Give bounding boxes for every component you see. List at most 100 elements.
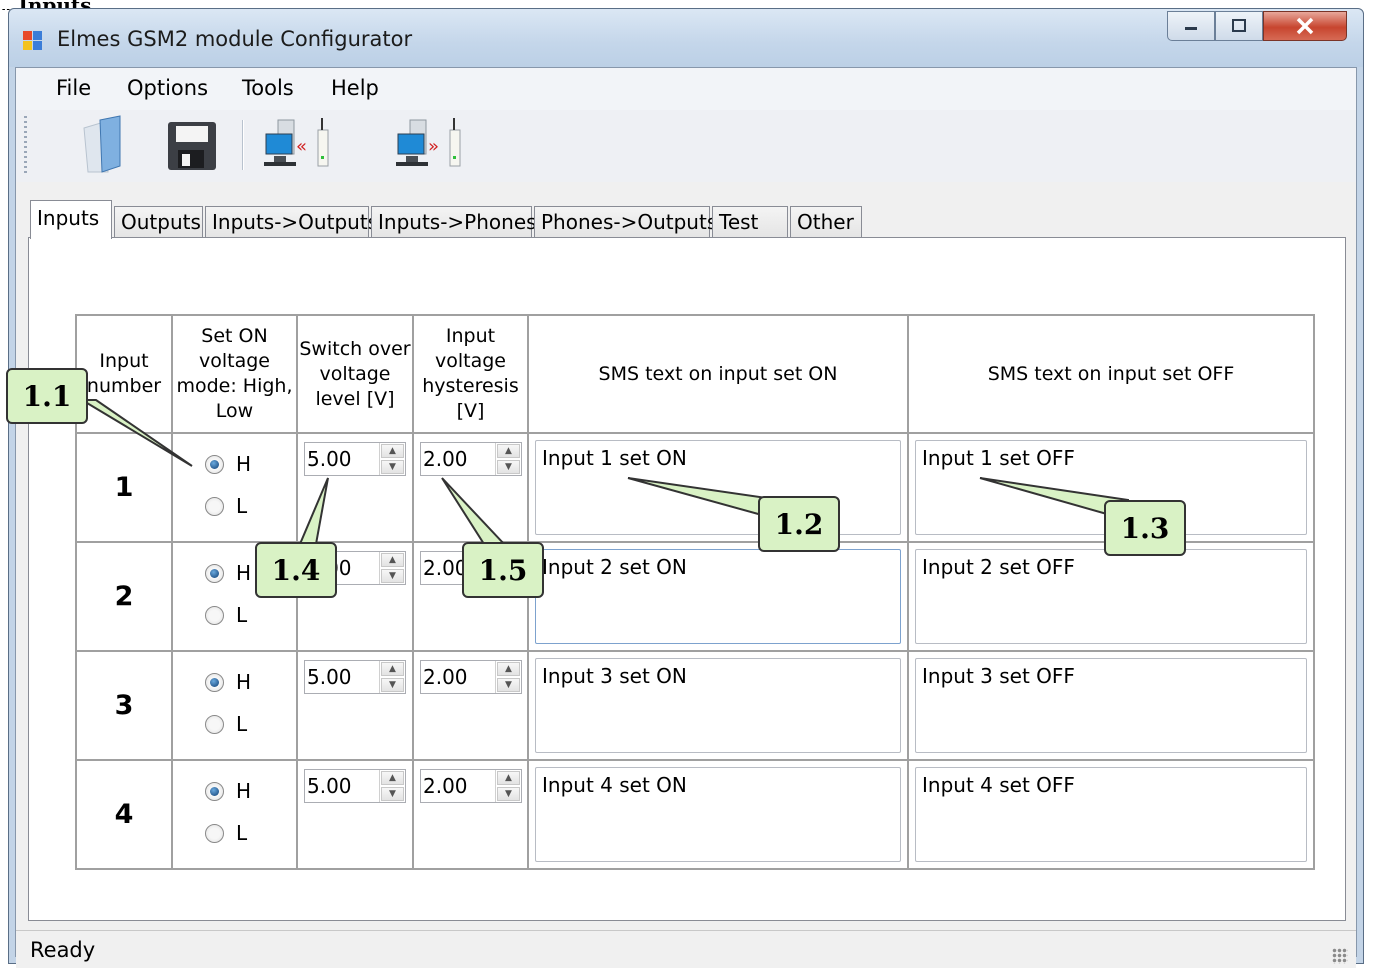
sms-off-textbox[interactable]: Input 4 set OFF [915, 767, 1307, 862]
radio-low-label: L [236, 603, 248, 627]
header-sms-on: SMS text on input set ON [527, 314, 909, 434]
radio-high-label: H [236, 670, 252, 694]
menu-tools[interactable]: Tools [232, 74, 304, 102]
open-button[interactable] [62, 114, 136, 176]
input-number: 2 [75, 541, 173, 652]
sms-off-cell: Input 2 set OFF [907, 541, 1315, 652]
status-bar: Ready [16, 930, 1356, 968]
minimize-icon [1185, 27, 1197, 30]
level-spinner[interactable]: 5.00▲ ▼ [304, 660, 406, 694]
open-icon [83, 115, 121, 173]
spin-up-icon[interactable]: ▲ [381, 662, 404, 676]
spin-up-icon[interactable]: ▲ [497, 662, 520, 676]
spin-down-icon[interactable]: ▼ [497, 787, 520, 801]
spin-down-icon[interactable]: ▼ [381, 678, 404, 692]
spin-up-icon[interactable]: ▲ [381, 771, 404, 785]
sms-on-cell: Input 2 set ON [527, 541, 909, 652]
radio-high-label: H [236, 779, 252, 803]
tab-inputs[interactable]: Inputs [30, 200, 112, 239]
radio-button-checked[interactable] [205, 563, 224, 583]
hysteresis-value[interactable]: 2.00 [421, 443, 495, 475]
spin-down-icon[interactable]: ▼ [381, 569, 404, 583]
hysteresis-spinner[interactable]: 2.00▲ ▼ [420, 769, 522, 803]
radio-high[interactable]: H [205, 668, 296, 696]
table-row: 4 H L 5.00 ▲ ▼ 2.00 ▲ ▼ Input 4 set ON Input… [75, 759, 1315, 870]
radio-low[interactable]: L [205, 710, 296, 738]
tab-inputs-outputs[interactable]: Inputs->Outputs [205, 206, 378, 238]
tab-other[interactable]: Other [790, 206, 862, 238]
level-spinner[interactable]: 5.00▲ ▼ [304, 769, 406, 803]
level-value[interactable]: 5.00 [305, 770, 379, 802]
spin-up-icon[interactable]: ▲ [381, 553, 404, 567]
save-button[interactable] [154, 114, 228, 176]
radio-button-checked[interactable] [205, 672, 224, 692]
radio-button-unchecked[interactable] [205, 605, 224, 625]
hysteresis-cell: 2.00▲ ▼ [412, 759, 529, 870]
sms-off-textbox[interactable]: Input 2 set OFF [915, 549, 1307, 644]
hysteresis-spinner[interactable]: 2.00▲ ▼ [420, 442, 522, 476]
tab-phones-outputs[interactable]: Phones->Outputs [534, 206, 717, 238]
grid-header-row: Input number Set ON voltage mode: High, … [75, 314, 1315, 434]
close-icon [1296, 17, 1314, 35]
radio-button-checked[interactable] [205, 454, 224, 474]
write-to-device-button[interactable]: » [388, 114, 462, 176]
hysteresis-value[interactable]: 2.00 [421, 770, 495, 802]
sms-on-textbox[interactable]: Input 2 set ON [535, 549, 901, 644]
radio-button-unchecked[interactable] [205, 714, 224, 734]
mode-cell: H L [171, 759, 298, 870]
radio-button-unchecked[interactable] [205, 496, 224, 516]
sms-on-textbox[interactable]: Input 1 set ON [535, 440, 901, 535]
sms-on-textbox[interactable]: Input 3 set ON [535, 658, 901, 753]
tab-outputs[interactable]: Outputs [114, 206, 203, 238]
title-bar[interactable]: Elmes GSM2 module Configurator [9, 9, 1363, 67]
inputs-tab-page: Input number Set ON voltage mode: High, … [28, 237, 1346, 921]
level-cell: 5.00▲ ▼ [296, 650, 414, 761]
sms-off-textbox[interactable]: Input 3 set OFF [915, 658, 1307, 753]
minimize-button[interactable] [1167, 11, 1215, 41]
radio-low-label: L [236, 494, 248, 518]
level-value[interactable]: 5.00 [305, 661, 379, 693]
write-to-device-icon: » [396, 118, 461, 167]
app-icon [23, 31, 43, 51]
toolbar-grip[interactable] [24, 116, 27, 174]
radio-button-unchecked[interactable] [205, 823, 224, 843]
callout-1-3: 1.3 [1104, 500, 1186, 556]
header-voltage-mode: Set ON voltage mode: High, Low [171, 314, 298, 434]
maximize-button[interactable] [1215, 11, 1263, 41]
hysteresis-value[interactable]: 2.00 [421, 661, 495, 693]
level-spinner[interactable]: 5.00▲ ▼ [304, 442, 406, 476]
spin-down-icon[interactable]: ▼ [381, 460, 404, 474]
spin-down-icon[interactable]: ▼ [497, 678, 520, 692]
tab-test[interactable]: Test [712, 206, 788, 238]
sms-on-textbox[interactable]: Input 4 set ON [535, 767, 901, 862]
radio-button-checked[interactable] [205, 781, 224, 801]
close-button[interactable] [1263, 11, 1347, 41]
menu-help[interactable]: Help [321, 74, 389, 102]
toolbar: « » [16, 110, 1356, 182]
callout-1-5: 1.5 [462, 542, 544, 598]
radio-high-label: H [236, 452, 252, 476]
spin-up-icon[interactable]: ▲ [381, 444, 404, 458]
radio-high[interactable]: H [205, 450, 296, 478]
tab-inputs-phones[interactable]: Inputs->Phones [371, 206, 537, 238]
spin-down-icon[interactable]: ▼ [497, 460, 520, 474]
sms-on-cell: Input 3 set ON [527, 650, 909, 761]
menu-bar: File Options Tools Help [16, 68, 1356, 110]
spin-up-icon[interactable]: ▲ [497, 444, 520, 458]
spin-up-icon[interactable]: ▲ [497, 771, 520, 785]
read-from-device-button[interactable]: « [256, 114, 330, 176]
menu-file[interactable]: File [46, 74, 101, 102]
level-value[interactable]: 5.00 [305, 443, 379, 475]
resize-grip-icon[interactable] [1332, 948, 1348, 964]
input-number: 4 [75, 759, 173, 870]
radio-low[interactable]: L [205, 492, 296, 520]
radio-low[interactable]: L [205, 601, 296, 629]
hysteresis-spinner[interactable]: 2.00▲ ▼ [420, 660, 522, 694]
spin-down-icon[interactable]: ▼ [381, 787, 404, 801]
radio-low[interactable]: L [205, 819, 296, 847]
radio-low-label: L [236, 821, 248, 845]
menu-options[interactable]: Options [117, 74, 218, 102]
header-switch-level: Switch over voltage level [V] [296, 314, 414, 434]
radio-high[interactable]: H [205, 777, 296, 805]
mode-cell: H L [171, 650, 298, 761]
